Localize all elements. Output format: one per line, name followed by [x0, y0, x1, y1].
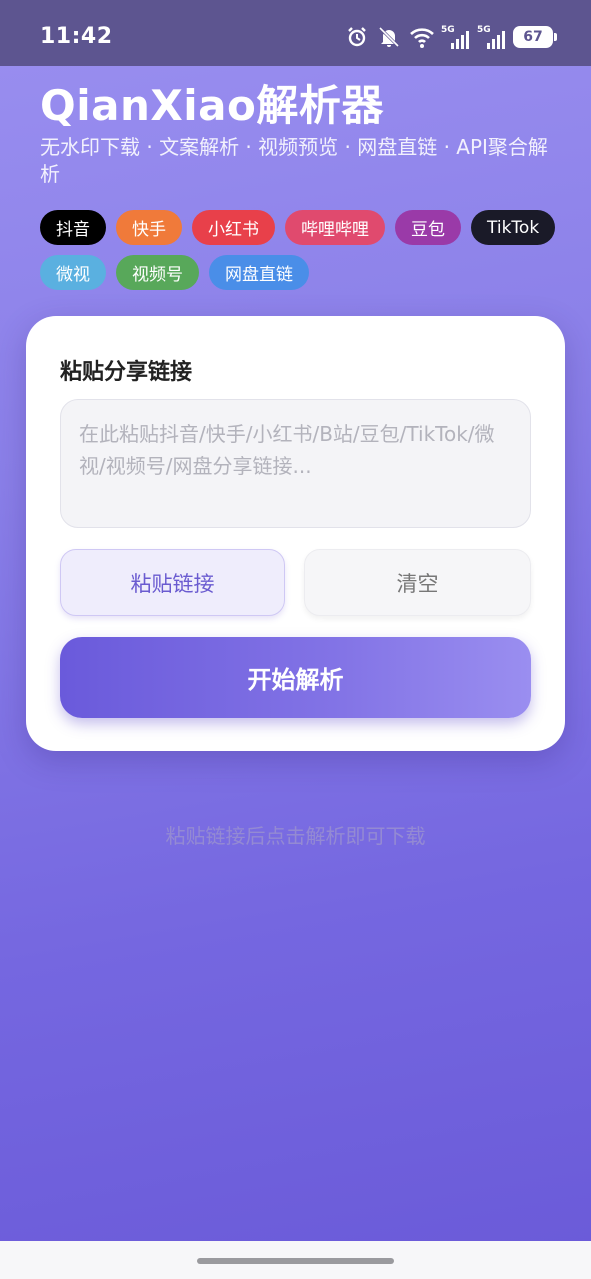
clear-button[interactable]: 清空: [304, 549, 531, 616]
battery-level: 67: [523, 29, 543, 45]
share-link-input[interactable]: [60, 399, 531, 528]
status-icons: 5G 5G 67: [345, 22, 557, 52]
platform-chip[interactable]: 视频号: [116, 255, 199, 290]
platform-chip[interactable]: 微视: [40, 255, 106, 290]
paste-link-button[interactable]: 粘贴链接: [60, 549, 285, 616]
home-indicator[interactable]: [197, 1258, 394, 1264]
platform-chip[interactable]: 网盘直链: [209, 255, 309, 290]
status-bar: 11:42 5G 5G 67: [0, 0, 591, 66]
hint-text: 粘贴链接后点击解析即可下载: [165, 824, 426, 848]
platform-chip-list: 抖音 快手 小红书 哔哩哔哩 豆包 TikTok 微视 视频号 网盘直链: [40, 210, 560, 290]
mute-bell-icon: [377, 25, 401, 49]
signal-5g-icon: 5G: [477, 25, 505, 49]
system-nav-bar: [0, 1241, 591, 1279]
platform-chip[interactable]: 哔哩哔哩: [285, 210, 385, 245]
battery-icon: 67: [513, 26, 557, 48]
platform-chip[interactable]: 抖音: [40, 210, 106, 245]
signal-5g-icon: 5G: [441, 25, 469, 49]
platform-chip[interactable]: TikTok: [471, 210, 556, 245]
status-time: 11:42: [40, 24, 113, 49]
parse-card: 粘贴分享链接 粘贴链接 清空 开始解析: [26, 316, 565, 751]
platform-chip[interactable]: 小红书: [192, 210, 275, 245]
network-type-label: 5G: [477, 25, 491, 35]
start-parse-button[interactable]: 开始解析: [60, 637, 531, 718]
network-type-label: 5G: [441, 25, 455, 35]
card-title: 粘贴分享链接: [60, 360, 193, 385]
platform-chip[interactable]: 豆包: [395, 210, 461, 245]
platform-chip[interactable]: 快手: [116, 210, 182, 245]
app-subtitle: 无水印下载 · 文案解析 · 视频预览 · 网盘直链 · API聚合解析: [40, 135, 548, 186]
app-title: QianXiao解析器: [40, 81, 384, 130]
wifi-icon: [409, 25, 434, 49]
alarm-icon: [345, 25, 369, 49]
